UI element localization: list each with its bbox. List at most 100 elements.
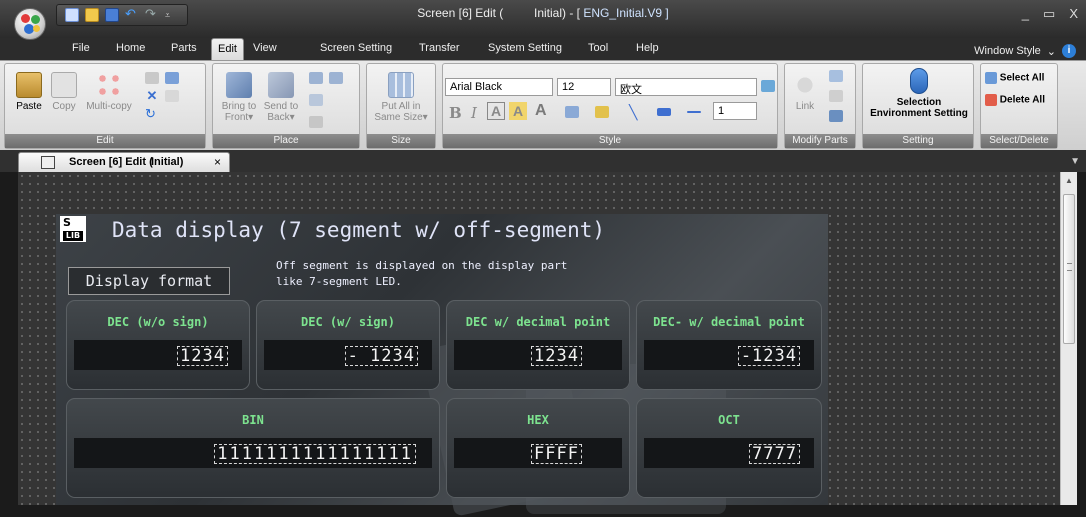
put-all-same-size-button[interactable]: Put All in Same Size▾ [371,72,431,123]
segment-value[interactable]: - 1234 [344,346,418,366]
group-setting-label: Setting [863,134,973,148]
card-hex[interactable]: HEX FFFF [446,398,630,498]
title-file: ENG_Initial.V9 [583,6,663,20]
segment-value[interactable]: 7777 [749,444,800,464]
flip-icon[interactable] [309,116,323,128]
card-dec-signed-decimal-point[interactable]: DEC- w/ decimal point -1234 [636,300,822,390]
help-info-icon[interactable]: i [1062,44,1076,58]
copy-label: Copy [52,101,76,112]
ribbon-tabs: File Home Parts Edit View Screen Setting… [0,38,1086,60]
minimize-button[interactable]: _ [1022,6,1029,22]
italic-icon[interactable]: I [471,104,477,122]
line-type-icon[interactable] [687,111,701,113]
bring-front-button[interactable]: Bring to Front▾ [219,72,259,123]
app-menu-button[interactable] [14,8,46,40]
close-button[interactable]: X [1069,6,1078,22]
tab-parts[interactable]: Parts [171,42,197,54]
send-back-button[interactable]: Send to Back▾ [261,72,301,123]
bring-front-label: Bring to Front▾ [221,101,257,123]
window-style-menu[interactable]: Window Style ⌄ i [974,44,1076,58]
slib-logo: S LIB [60,216,86,242]
group-icon[interactable] [309,94,323,106]
segment-value[interactable]: 1234 [177,346,228,366]
bold-icon[interactable]: B [449,104,462,122]
align-icon[interactable] [309,72,323,84]
card-oct[interactable]: OCT 7777 [636,398,822,498]
document-tab-subtitle: Initial) [151,156,184,168]
delete-all-button[interactable]: Delete All [985,94,1045,106]
tab-view[interactable]: View [253,42,277,54]
delete-icon[interactable]: ✕ [145,89,159,102]
distribute-icon[interactable] [329,72,343,84]
paint-bucket-icon[interactable] [595,106,609,118]
scroll-up-icon[interactable]: ▲ [1065,176,1073,185]
select-all-button[interactable]: Select All [985,72,1044,84]
send-back-label: Send to Back▾ [263,101,299,123]
modify-arrow-icon[interactable] [829,110,843,122]
card-dec-decimal-point[interactable]: DEC w/ decimal point 1234 [446,300,630,390]
font-size-select[interactable]: 12 [557,78,611,96]
cut-icon[interactable] [145,72,159,84]
line-width-input[interactable]: 1 [713,102,757,120]
card-dec-with-sign[interactable]: DEC (w/ sign) - 1234 [256,300,440,390]
language-select[interactable]: 欧文 [615,78,757,96]
selection-environment-setting-button[interactable]: Selection Environment Setting [865,68,973,119]
rotate-icon[interactable] [165,72,179,84]
segment-value[interactable]: 1111111111111111 [214,444,416,464]
multi-copy-icon [96,72,122,98]
fill-color-icon[interactable] [565,106,579,118]
modify-shape-icon[interactable] [829,90,843,102]
color-palette-icon[interactable] [761,80,775,92]
group-size-label: Size [367,134,435,148]
tab-screen-setting[interactable]: Screen Setting [320,42,392,54]
scroll-thumb[interactable] [1063,194,1075,344]
close-tab-icon[interactable]: × [214,155,221,169]
tab-file[interactable]: File [72,42,90,54]
undo-edit-icon[interactable]: ↻ [145,107,159,120]
restore-button[interactable]: ▭ [1043,6,1055,22]
segment-display: FFFF [454,438,622,468]
highlight-text-icon[interactable]: A [509,102,527,120]
tab-home[interactable]: Home [116,42,145,54]
segment-value[interactable]: -1234 [737,346,800,366]
segment-value[interactable]: 1234 [531,346,582,366]
tab-transfer[interactable]: Transfer [419,42,460,54]
tab-edit[interactable]: Edit [211,38,244,60]
card-label: HEX [527,413,549,427]
card-bin[interactable]: BIN 1111111111111111 [66,398,440,498]
multi-copy-button[interactable]: Multi-copy [81,72,137,112]
font-family-select[interactable]: Arial Black [445,78,553,96]
link-label: Link [795,101,815,112]
editor-canvas[interactable]: S LIB Data display (7 segment w/ off-seg… [18,172,1060,517]
display-format-label: Display format [68,267,230,295]
font-size-value: 12 [562,81,575,93]
tab-help[interactable]: Help [636,42,659,54]
card-label: DEC (w/ sign) [301,315,395,329]
card-label: DEC w/ decimal point [465,315,611,329]
document-tab-bar: Screen [6] Edit ( Initial) × ▼ [0,150,1086,172]
card-dec-no-sign[interactable]: DEC (w/o sign) 1234 [66,300,250,390]
link-icon [792,72,818,98]
vertical-scrollbar[interactable]: ▲ [1060,172,1077,505]
rect-style-icon[interactable] [657,108,671,116]
paste-special-icon[interactable] [165,90,179,102]
font-color-icon[interactable]: A [535,102,547,120]
title-bar: ↶ ↷ ⩡ Screen [6] Edit ( Initial) - [ ENG… [0,0,1086,40]
tab-system-setting[interactable]: System Setting [488,42,562,54]
paste-button[interactable]: Paste [11,72,47,112]
line-style-icon[interactable]: ╲ [629,104,637,121]
document-tab[interactable]: Screen [6] Edit ( Initial) × [18,152,230,172]
screen-panel[interactable]: S LIB Data display (7 segment w/ off-seg… [56,214,828,517]
group-place-label: Place [213,134,359,148]
modify-parts-icon[interactable] [829,70,843,82]
tab-tool[interactable]: Tool [588,42,608,54]
link-button[interactable]: Link [789,72,821,112]
same-size-icon [388,72,414,98]
paste-label: Paste [16,101,42,112]
description-line-2: like 7-segment LED. [276,275,402,288]
group-edit-label: Edit [5,134,205,148]
outline-text-icon[interactable]: A [487,102,505,120]
tab-list-dropdown-icon[interactable]: ▼ [1070,156,1080,167]
segment-value[interactable]: FFFF [531,444,582,464]
copy-button[interactable]: Copy [49,72,79,112]
